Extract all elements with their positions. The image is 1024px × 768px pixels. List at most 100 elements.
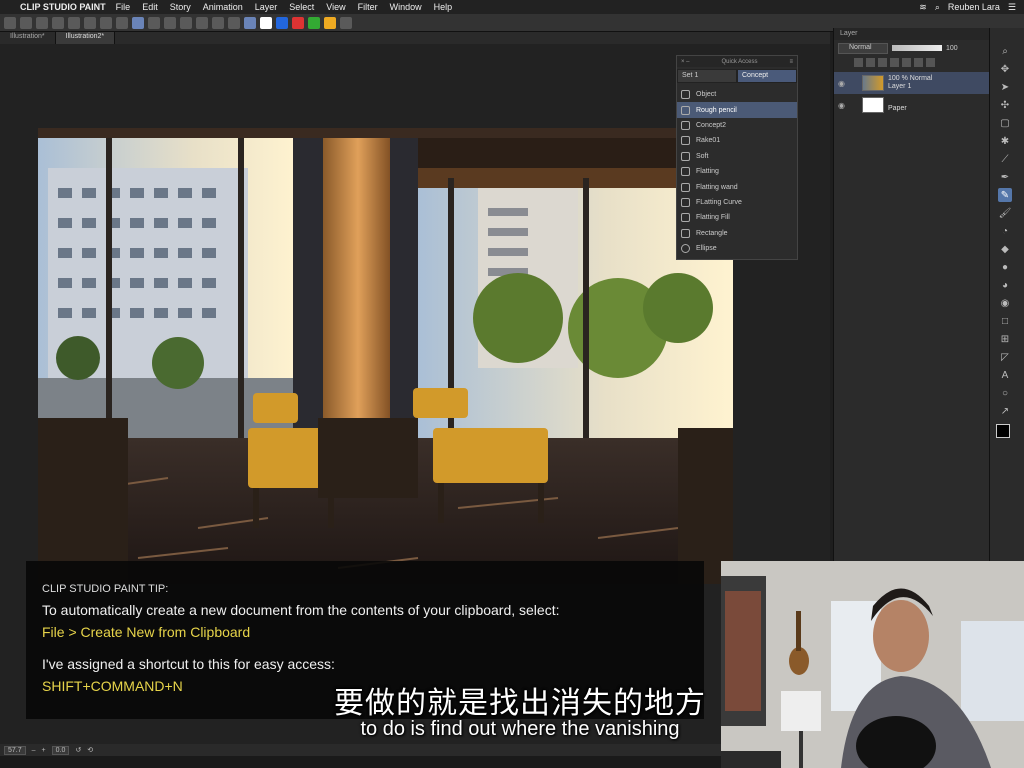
set-tab-concept[interactable]: Concept [737, 69, 797, 83]
correct-line-tool-icon[interactable]: ↗ [998, 404, 1012, 418]
new-layer-icon[interactable] [854, 58, 863, 67]
search-icon[interactable]: ⌕ [935, 2, 940, 13]
move-tool-icon[interactable]: ✥ [998, 62, 1012, 76]
blend-tool-icon[interactable]: ● [998, 260, 1012, 274]
mask-icon[interactable] [890, 58, 899, 67]
quick-item-concept2[interactable]: Concept2 [677, 118, 797, 133]
zoom-field[interactable]: 57.7 [4, 745, 26, 755]
tab-illustration[interactable]: Illustration* [0, 32, 56, 44]
save-icon[interactable] [36, 16, 48, 29]
quick-item-rake01[interactable]: Rake01 [677, 133, 797, 148]
set-tab-set1[interactable]: Set 1 [677, 69, 737, 83]
menu-help[interactable]: Help [434, 2, 453, 12]
pen-tool-icon[interactable]: ✒ [998, 170, 1012, 184]
quick-item-ellipse[interactable]: Ellipse [677, 241, 797, 256]
notification-icon[interactable]: ☰ [1008, 2, 1016, 13]
new-folder-icon[interactable] [878, 58, 887, 67]
zoom-out-icon[interactable]: – [32, 747, 36, 754]
menu-window[interactable]: Window [390, 2, 422, 12]
color-swatch-orange[interactable] [324, 16, 336, 29]
layers-icon[interactable] [340, 16, 352, 29]
open-icon[interactable] [20, 16, 32, 29]
gradient-tool-icon[interactable]: ◉ [998, 296, 1012, 310]
zoom-tool-icon[interactable]: ⌕ [998, 44, 1012, 58]
lock-icon[interactable] [902, 58, 911, 67]
transform-icon[interactable] [116, 16, 128, 29]
menu-story[interactable]: Story [170, 2, 191, 12]
brush-icon [681, 136, 690, 146]
main-color-swatch[interactable] [996, 424, 1010, 438]
menu-layer[interactable]: Layer [255, 2, 278, 12]
wifi-icon[interactable]: ≋ [919, 2, 927, 13]
color-swatch-blue[interactable] [276, 16, 288, 29]
menu-edit[interactable]: Edit [142, 2, 158, 12]
brush-tool-icon[interactable]: 🖌 [998, 206, 1012, 220]
figure-tool-icon[interactable]: □ [998, 314, 1012, 328]
quick-item-flatting-fill[interactable]: Flatting Fill [677, 210, 797, 225]
text-tool-icon[interactable]: A [998, 368, 1012, 382]
rotation-field[interactable]: 0.0 [51, 745, 70, 755]
selection-tool-icon[interactable]: ▢ [998, 116, 1012, 130]
visibility-eye-icon[interactable]: ◉ [838, 101, 848, 110]
tab-illustration2[interactable]: Illustration2* [55, 32, 116, 44]
quick-item-flatting[interactable]: Flatting [677, 164, 797, 179]
pencil-tool-icon[interactable]: ✎ [998, 188, 1012, 202]
lasso-icon[interactable] [212, 16, 224, 29]
snap-icon[interactable] [148, 16, 160, 29]
layer-row-paper[interactable]: ◉ Paper [834, 94, 989, 116]
quick-item-soft[interactable]: Soft [677, 149, 797, 164]
eyedropper-icon[interactable] [244, 16, 256, 29]
quick-item-rectangle[interactable]: Rectangle [677, 226, 797, 241]
select-all-icon[interactable] [164, 16, 176, 29]
reset-rotation-icon[interactable]: ⟲ [87, 746, 93, 754]
rotate-icon[interactable]: ↺ [75, 746, 81, 754]
menu-filter[interactable]: Filter [358, 2, 378, 12]
auto-select-tool-icon[interactable]: ✱ [998, 134, 1012, 148]
color-swatch-red[interactable] [292, 16, 304, 29]
close-icon[interactable]: × – [681, 59, 690, 65]
undo-icon[interactable] [52, 16, 64, 29]
menu-file[interactable]: File [116, 2, 131, 12]
balloon-tool-icon[interactable]: ○ [998, 386, 1012, 400]
deselect-icon[interactable] [180, 16, 192, 29]
menu-icon[interactable]: ≡ [789, 59, 793, 65]
app-menu[interactable]: CLIP STUDIO PAINT [20, 2, 106, 12]
opacity-value[interactable]: 100 [946, 45, 958, 52]
layer-row-layer1[interactable]: ◉ 100 % Normal Layer 1 [834, 72, 989, 94]
zoom-in-icon[interactable]: + [42, 747, 46, 754]
fill-tool-icon[interactable]: ◕ [998, 278, 1012, 292]
menu-select[interactable]: Select [289, 2, 314, 12]
menu-view[interactable]: View [326, 2, 345, 12]
quick-item-object[interactable]: Object [677, 87, 797, 102]
quick-item-flatting-wand[interactable]: Flatting wand [677, 179, 797, 194]
user-name[interactable]: Reuben Lara [948, 2, 1000, 12]
frame-tool-icon[interactable]: ⊞ [998, 332, 1012, 346]
invert-selection-icon[interactable] [196, 16, 208, 29]
new-vector-layer-icon[interactable] [866, 58, 875, 67]
canvas-photo[interactable] [38, 128, 733, 584]
delete-layer-icon[interactable] [926, 58, 935, 67]
fill-icon[interactable] [100, 16, 112, 29]
move-layer-tool-icon[interactable]: ✣ [998, 98, 1012, 112]
color-swatch-green[interactable] [308, 16, 320, 29]
airbrush-tool-icon[interactable]: ◔ [998, 224, 1012, 238]
quick-access-header[interactable]: × – Quick Access ≡ [677, 56, 797, 67]
quick-item-flatting-curve[interactable]: FLatting Curve [677, 195, 797, 210]
eraser-tool-icon[interactable]: ◆ [998, 242, 1012, 256]
clear-icon[interactable] [84, 16, 96, 29]
quick-item-rough-pencil[interactable]: Rough pencil [677, 102, 797, 118]
color-swatch-white[interactable] [260, 16, 272, 29]
visibility-eye-icon[interactable]: ◉ [838, 79, 848, 88]
merge-icon[interactable] [914, 58, 923, 67]
menu-animation[interactable]: Animation [203, 2, 243, 12]
eyedropper-tool-icon[interactable]: ⟋ [998, 152, 1012, 166]
new-icon[interactable] [4, 16, 16, 29]
opacity-slider[interactable] [892, 45, 942, 51]
ruler-tool-icon[interactable]: ◸ [998, 350, 1012, 364]
lounge-photo [38, 128, 733, 584]
crop-icon[interactable] [228, 16, 240, 29]
operation-tool-icon[interactable]: ➤ [998, 80, 1012, 94]
redo-icon[interactable] [68, 16, 80, 29]
ruler-icon[interactable] [132, 16, 144, 29]
blend-mode-select[interactable]: Normal [838, 42, 888, 54]
